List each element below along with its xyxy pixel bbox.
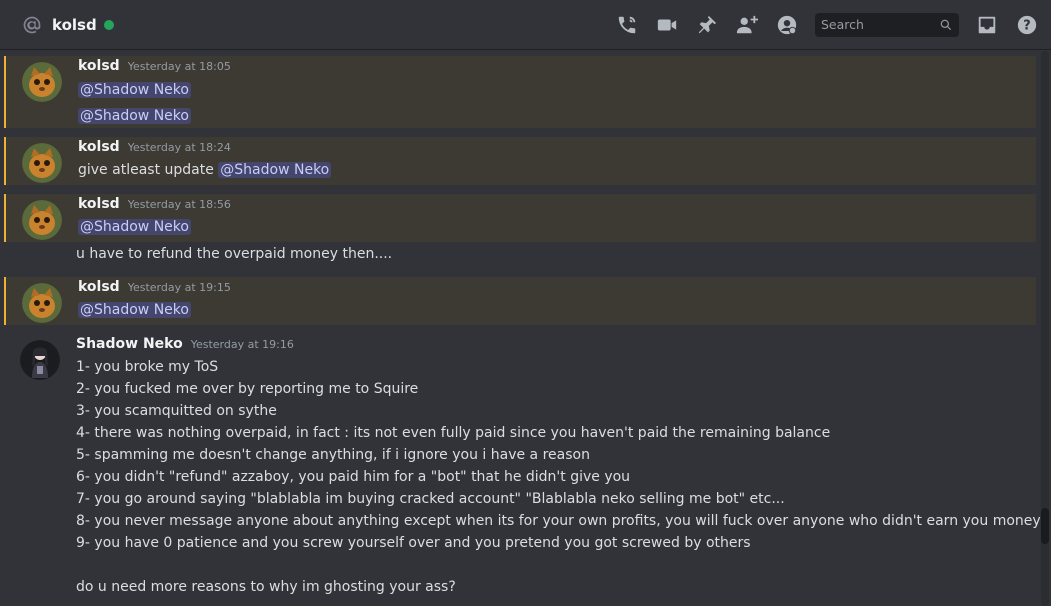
message-timestamp: Yesterday at 19:15 xyxy=(127,281,231,294)
message-line-blank xyxy=(76,554,1028,576)
message-line: 1- you broke my ToS xyxy=(76,359,219,375)
video-icon[interactable] xyxy=(655,13,679,37)
search-box[interactable] xyxy=(815,12,959,37)
message[interactable]: Shadow Neko Yesterday at 19:16 1- you br… xyxy=(4,334,1040,606)
user-mention[interactable]: @Shadow Neko xyxy=(218,162,332,178)
search-input[interactable] xyxy=(821,17,939,32)
message[interactable]: kolsd Yesterday at 18:24 give atleast up… xyxy=(4,137,1036,185)
message-line: do u need more reasons to why im ghostin… xyxy=(76,579,456,595)
profile-icon[interactable] xyxy=(775,13,799,37)
add-friend-icon[interactable] xyxy=(735,13,759,37)
message-timestamp: Yesterday at 18:05 xyxy=(127,60,231,73)
message-line: 4- there was nothing overpaid, in fact :… xyxy=(76,425,831,441)
message-line: 3- you scamquitted on sythe xyxy=(76,403,277,419)
message[interactable]: kolsd Yesterday at 18:05 @Shadow Neko @S… xyxy=(4,56,1036,128)
message-line: 9- you have 0 patience and you screw you… xyxy=(76,535,751,551)
channel-name[interactable]: kolsd xyxy=(52,16,97,34)
avatar[interactable] xyxy=(22,62,62,102)
message-text: give atleast update xyxy=(78,162,214,178)
channel-header: kolsd ? xyxy=(0,0,1051,50)
at-icon xyxy=(20,15,44,35)
user-mention[interactable]: @Shadow Neko xyxy=(78,219,191,235)
message-author[interactable]: kolsd xyxy=(78,58,120,74)
message-line: 6- you didn't "refund" azzaboy, you paid… xyxy=(76,469,631,485)
message-line: 5- spamming me doesn't change anything, … xyxy=(76,447,590,463)
online-status-indicator xyxy=(103,19,114,30)
avatar[interactable] xyxy=(22,143,62,183)
help-icon[interactable]: ? xyxy=(1015,13,1039,37)
message-line: 8- you never message anyone about anythi… xyxy=(76,513,1040,529)
call-icon[interactable] xyxy=(615,13,639,37)
inbox-icon[interactable] xyxy=(975,13,999,37)
message-line: 2- you fucked me over by reporting me to… xyxy=(76,381,419,397)
message-author[interactable]: kolsd xyxy=(78,196,120,212)
user-mention[interactable]: @Shadow Neko xyxy=(78,108,191,124)
message-author[interactable]: kolsd xyxy=(78,279,120,295)
message-text: u have to refund the overpaid money then… xyxy=(76,246,393,262)
message-author[interactable]: kolsd xyxy=(78,139,120,155)
pin-icon[interactable] xyxy=(695,13,719,37)
svg-text:?: ? xyxy=(1023,18,1030,33)
message-timestamp: Yesterday at 18:56 xyxy=(127,198,231,211)
message-author[interactable]: Shadow Neko xyxy=(76,336,183,352)
avatar[interactable] xyxy=(22,200,62,240)
user-mention[interactable]: @Shadow Neko xyxy=(78,82,191,98)
message[interactable]: kolsd Yesterday at 19:15 @Shadow Neko xyxy=(4,277,1036,325)
scrollbar-thumb[interactable] xyxy=(1041,508,1049,544)
search-icon xyxy=(939,18,953,32)
avatar[interactable] xyxy=(22,283,62,323)
message-line: 7- you go around saying "blablabla im bu… xyxy=(76,491,785,507)
message-timestamp: Yesterday at 18:24 xyxy=(127,141,231,154)
message-list: kolsd Yesterday at 18:05 @Shadow Neko @S… xyxy=(0,51,1040,606)
avatar[interactable] xyxy=(20,340,60,380)
message-timestamp: Yesterday at 19:16 xyxy=(190,338,294,351)
user-mention[interactable]: @Shadow Neko xyxy=(78,302,191,318)
message[interactable]: kolsd Yesterday at 18:56 @Shadow Neko xyxy=(4,194,1036,242)
